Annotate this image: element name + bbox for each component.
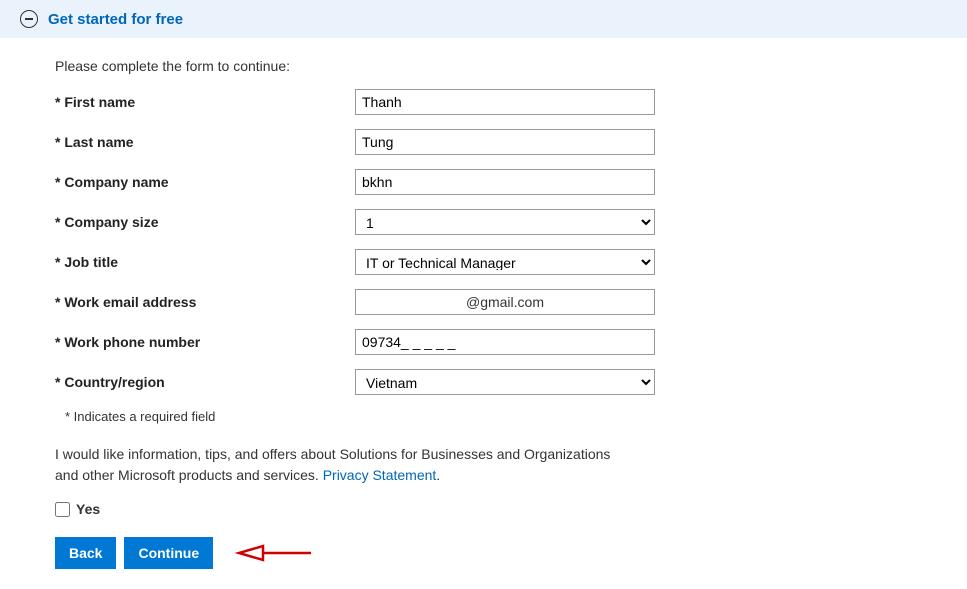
row-work-email: * Work email address @gmail.com xyxy=(55,289,845,315)
email-value: @gmail.com xyxy=(466,294,544,310)
label-company-size: * Company size xyxy=(55,214,355,230)
row-last-name: * Last name xyxy=(55,129,845,155)
select-company-size[interactable]: 1 xyxy=(355,209,655,235)
select-country[interactable]: Vietnam xyxy=(355,369,655,395)
row-job-title: * Job title IT or Technical Manager xyxy=(55,249,845,275)
form-intro: Please complete the form to continue: xyxy=(55,58,845,74)
continue-button[interactable]: Continue xyxy=(124,537,213,569)
row-first-name: * First name xyxy=(55,89,845,115)
label-country: * Country/region xyxy=(55,374,355,390)
label-company-name: * Company name xyxy=(55,174,355,190)
label-job-title: * Job title xyxy=(55,254,355,270)
label-work-phone: * Work phone number xyxy=(55,334,355,350)
consent-checkbox[interactable] xyxy=(55,502,70,517)
required-note: * Indicates a required field xyxy=(65,409,845,424)
privacy-link[interactable]: Privacy Statement xyxy=(323,467,437,483)
header-bar: Get started for free xyxy=(0,0,967,38)
form-container: Please complete the form to continue: * … xyxy=(0,38,900,589)
label-last-name: * Last name xyxy=(55,134,355,150)
collapse-minus-icon[interactable] xyxy=(20,10,38,28)
header-title[interactable]: Get started for free xyxy=(48,11,183,28)
row-company-size: * Company size 1 xyxy=(55,209,845,235)
input-work-email[interactable]: @gmail.com xyxy=(355,289,655,315)
row-company-name: * Company name xyxy=(55,169,845,195)
back-button[interactable]: Back xyxy=(55,537,116,569)
input-work-phone[interactable] xyxy=(355,329,655,355)
input-company-name[interactable] xyxy=(355,169,655,195)
button-row: Back Continue xyxy=(55,537,845,569)
select-job-title[interactable]: IT or Technical Manager xyxy=(355,249,655,275)
checkbox-row: Yes xyxy=(55,501,845,517)
consent-text: I would like information, tips, and offe… xyxy=(55,444,615,486)
label-work-email: * Work email address xyxy=(55,294,355,310)
input-first-name[interactable] xyxy=(355,89,655,115)
consent-checkbox-label: Yes xyxy=(76,501,100,517)
label-first-name: * First name xyxy=(55,94,355,110)
row-work-phone: * Work phone number xyxy=(55,329,845,355)
input-last-name[interactable] xyxy=(355,129,655,155)
arrow-annotation-icon xyxy=(233,538,313,568)
row-country: * Country/region Vietnam xyxy=(55,369,845,395)
